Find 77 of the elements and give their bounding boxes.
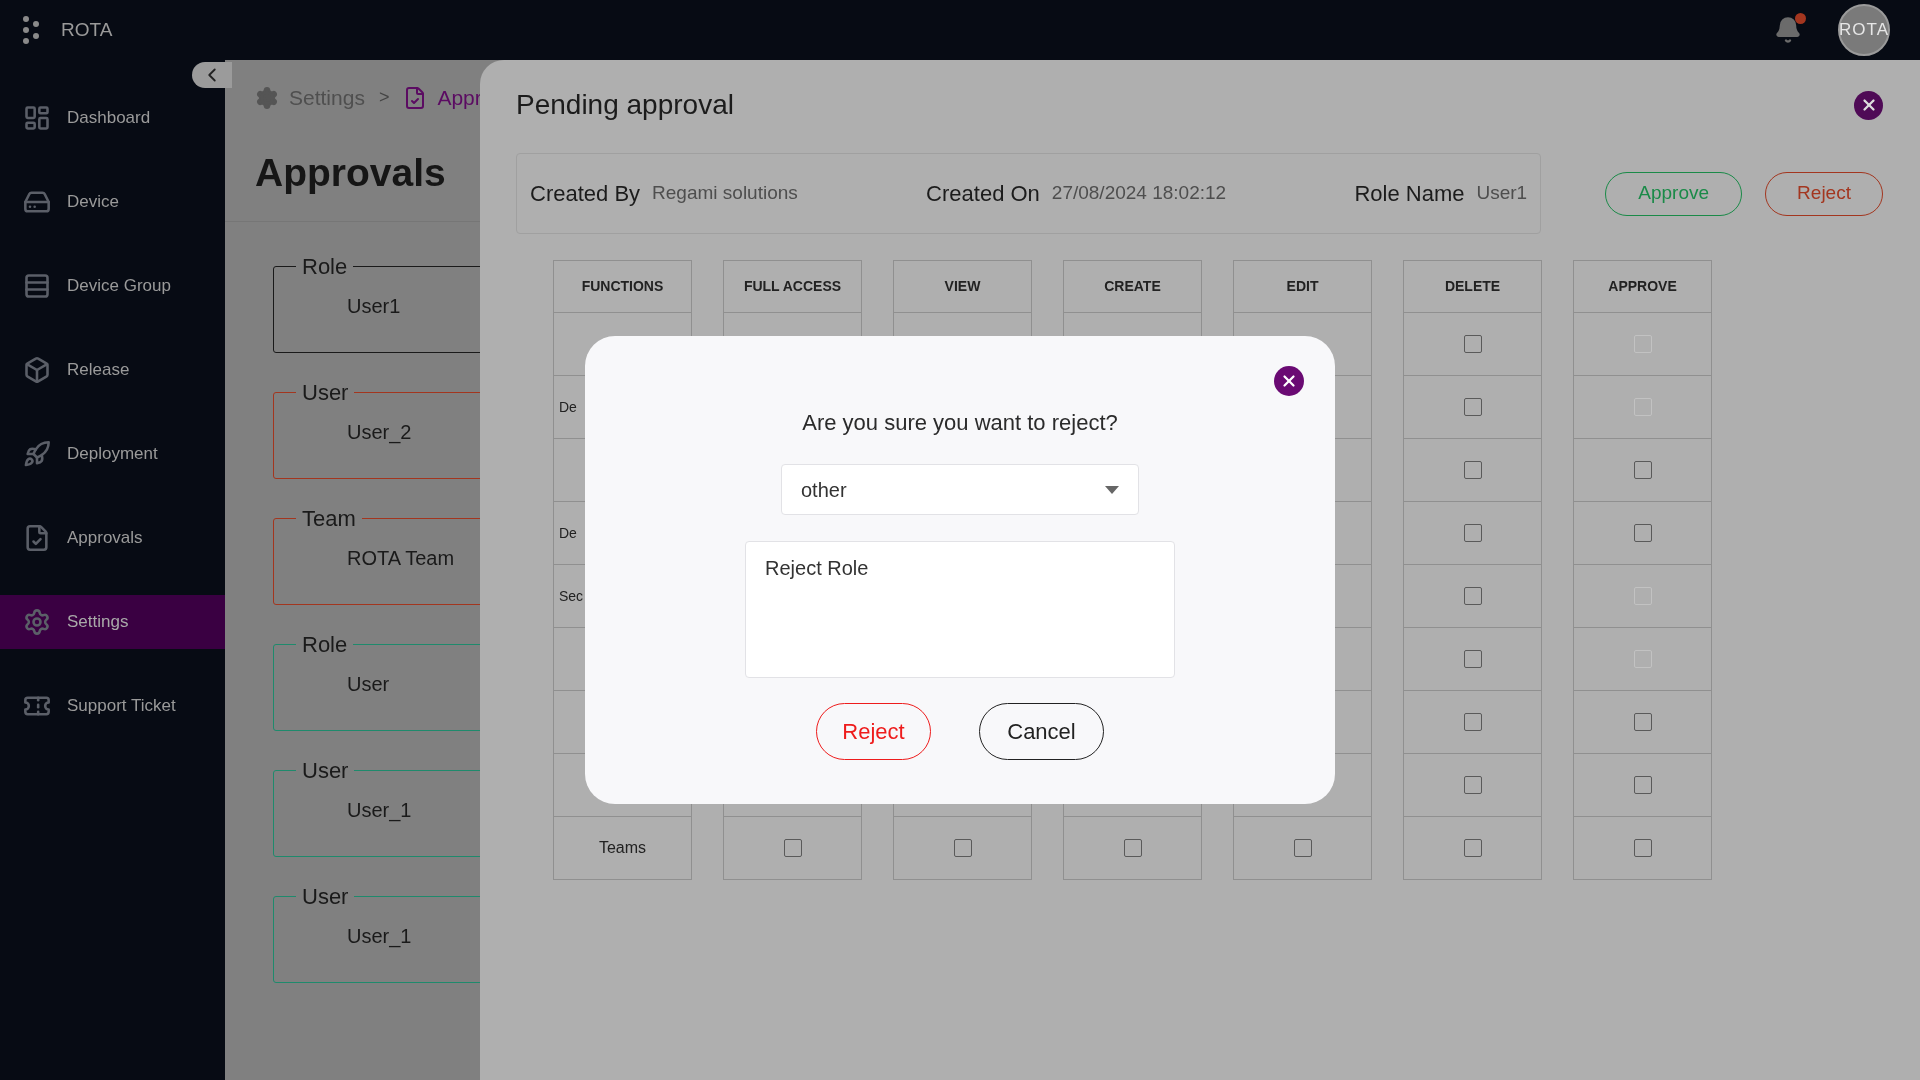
checkbox[interactable]: [1463, 461, 1482, 479]
column-header: FULL ACCESS: [723, 260, 862, 313]
dashboard-icon: [23, 104, 51, 132]
column-header: FUNCTIONS: [553, 260, 692, 313]
checkbox[interactable]: [1463, 776, 1482, 794]
card-type: User: [301, 379, 350, 407]
sidebar-item[interactable]: Deployment: [0, 427, 225, 481]
close-button[interactable]: [1274, 366, 1304, 396]
checkbox[interactable]: [783, 839, 802, 857]
sidebar-item[interactable]: Release: [0, 343, 225, 397]
sidebar-item[interactable]: Dashboard: [0, 91, 225, 145]
sidebar-item[interactable]: Device: [0, 175, 225, 229]
avatar[interactable]: ROTA: [1838, 4, 1890, 56]
document-check-icon: [23, 524, 51, 552]
checkbox[interactable]: [953, 839, 972, 857]
card-name: ROTA Team: [347, 547, 455, 569]
checkbox[interactable]: [1633, 461, 1652, 479]
checkbox[interactable]: [1633, 524, 1652, 542]
info-label: Created On: [926, 180, 1040, 208]
app-name: ROTA: [61, 17, 113, 42]
logo-icon: [22, 15, 40, 45]
settings-icon: [23, 608, 51, 636]
checkbox[interactable]: [1633, 839, 1652, 857]
box-icon: [23, 356, 51, 384]
info-label: Role Name: [1354, 180, 1465, 208]
card-type: Role: [301, 631, 349, 659]
drawer-title: Pending approval: [516, 88, 734, 122]
column-header: VIEW: [893, 260, 1032, 313]
card-name: User_1: [347, 799, 412, 821]
drive-icon: [23, 188, 51, 216]
cancel-button[interactable]: Cancel: [979, 703, 1104, 760]
dialog-question: Are you sure you want to reject?: [802, 409, 1118, 437]
breadcrumb-separator: >: [378, 86, 390, 110]
breadcrumb-link[interactable]: Appr: [437, 82, 482, 114]
card-name: User_2: [347, 421, 412, 443]
card-name: User1: [347, 295, 401, 317]
checkbox[interactable]: [1463, 713, 1482, 731]
checkbox[interactable]: [1463, 524, 1482, 542]
column-header: CREATE: [1063, 260, 1202, 313]
sidebar-item[interactable]: Support Ticket: [0, 679, 225, 733]
function-cell: Teams: [553, 817, 692, 880]
column-header: APPROVE: [1573, 260, 1712, 313]
checkbox[interactable]: [1633, 713, 1652, 731]
checkbox[interactable]: [1463, 335, 1482, 353]
settings-icon: [255, 85, 279, 110]
close-icon: [1280, 372, 1298, 390]
info-value: User1: [1476, 181, 1528, 206]
checkbox[interactable]: [1463, 650, 1482, 668]
checkbox[interactable]: [1293, 839, 1312, 857]
sidebar-item[interactable]: Approvals: [0, 511, 225, 565]
close-button[interactable]: [1854, 90, 1883, 120]
checkbox[interactable]: [1463, 587, 1482, 605]
card-name: User_1: [347, 925, 412, 947]
column-header: EDIT: [1233, 260, 1372, 313]
card-type: User: [301, 757, 350, 785]
rows-icon: [23, 272, 51, 300]
sidebar-item[interactable]: Device Group: [0, 259, 225, 313]
collapse-button[interactable]: [192, 62, 232, 88]
dropdown-arrow-icon: [1105, 485, 1119, 494]
checkbox[interactable]: [1463, 398, 1482, 416]
checkbox[interactable]: [1463, 839, 1482, 857]
comment-field[interactable]: Reject Role: [745, 541, 1175, 678]
bell-icon: [1774, 16, 1802, 44]
checkbox[interactable]: [1633, 776, 1652, 794]
info-value: 27/08/2024 18:02:12: [1051, 181, 1227, 206]
checkbox[interactable]: [1123, 839, 1142, 857]
card-name: User: [347, 673, 390, 695]
card-type: Role: [301, 253, 349, 281]
card-type: Team: [301, 505, 357, 533]
info-label: Created By: [530, 180, 641, 208]
page-title: Approvals: [255, 149, 446, 196]
info-value: Regami solutions: [652, 181, 798, 206]
sidebar-item[interactable]: Settings: [0, 595, 225, 649]
rocket-icon: [23, 440, 51, 468]
card-type: User: [301, 883, 350, 911]
column-header: DELETE: [1403, 260, 1542, 313]
reason-select[interactable]: other: [781, 464, 1139, 515]
